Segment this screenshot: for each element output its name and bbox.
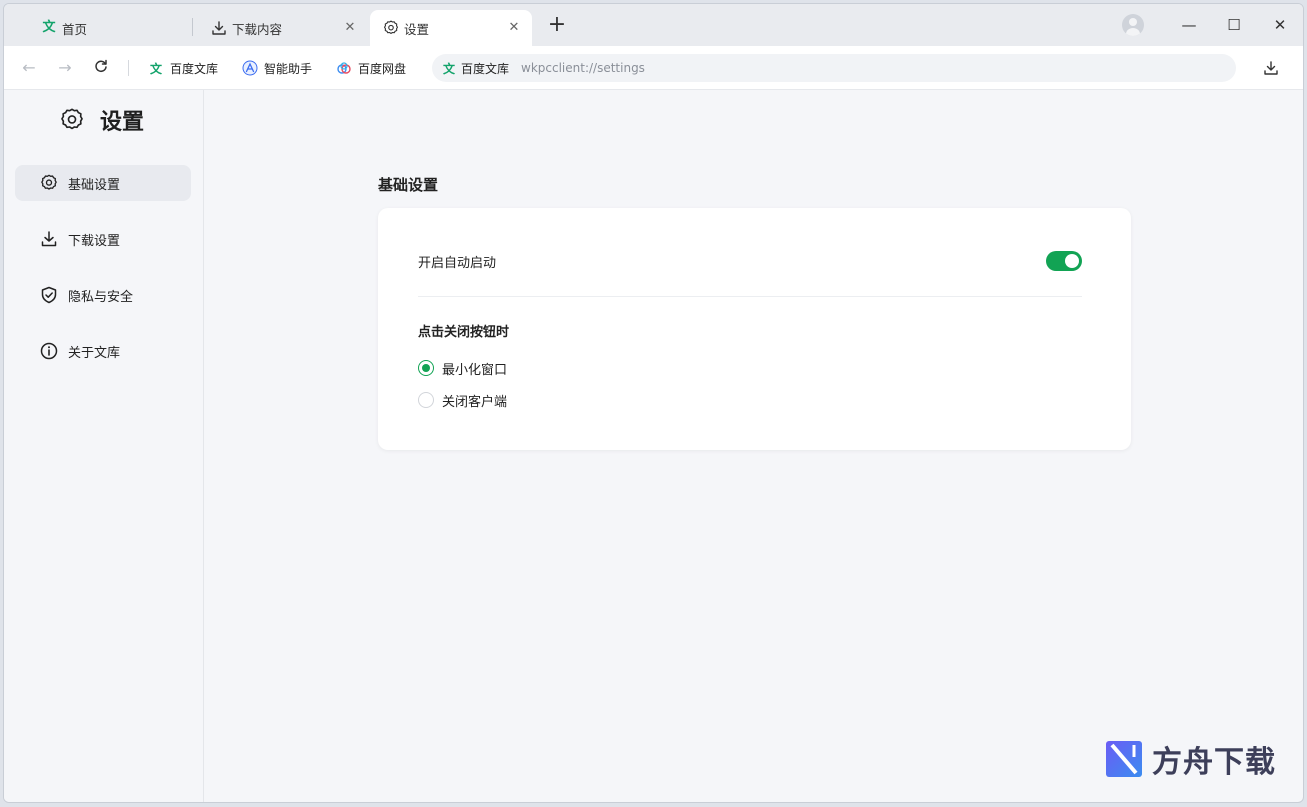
tab-separator [192,18,193,36]
close-behavior-title: 点击关闭按钮时 [418,325,510,340]
sidebar-item-privacy[interactable]: 隐私与安全 [15,277,191,313]
url-field[interactable]: 文 百度文库 wkpcclient://settings [432,54,1236,82]
sidebar-title-label: 设置 [100,110,145,135]
minimize-button[interactable]: — [1174,12,1204,38]
watermark-logo-icon [1106,741,1142,777]
bookmark-label: 百度网盘 [358,61,407,76]
nav-separator [128,60,129,76]
url-text: wkpcclient://settings [521,61,645,75]
gear-icon [61,108,83,130]
sidebar-item-label: 关于文库 [68,345,121,361]
settings-sidebar: 设置 基础设置 下载设置 隐私与安全 关于文库 [4,90,204,802]
bookmark-wenku[interactable]: 文 百度文库 [148,57,218,79]
toggle-knob [1065,254,1079,268]
tab-downloads[interactable]: 下载内容 ✕ [198,10,368,46]
tab-settings[interactable]: 设置 ✕ [370,10,532,46]
download-icon [1264,61,1278,75]
reload-icon [95,59,107,73]
wenku-logo-icon: 文 [149,61,162,76]
sidebar-title: 设置 [58,104,144,136]
close-tab-icon[interactable]: ✕ [342,20,358,36]
back-button[interactable]: ← [18,57,40,79]
radio-button[interactable] [418,392,434,408]
shield-icon [41,286,57,304]
tab-label: 下载内容 [232,21,283,37]
section-title: 基础设置 [378,176,439,194]
divider [418,296,1082,297]
tab-home[interactable]: 文 首页 [28,10,196,46]
wenku-logo-icon: 文 [442,61,455,76]
autostart-toggle[interactable] [1046,251,1082,271]
watermark: 方舟下载 [1104,737,1276,781]
tab-label: 首页 [62,21,88,37]
bookmark-assistant[interactable]: 智能助手 [242,57,312,79]
bookmark-label: 智能助手 [264,61,313,76]
bookmark-netdisk[interactable]: 百度网盘 [336,57,406,79]
netdisk-icon [336,60,352,76]
sidebar-item-basic[interactable]: 基础设置 [15,165,191,201]
radio-minimize[interactable]: 最小化窗口 [418,358,507,378]
new-tab-button[interactable]: + [544,13,570,39]
gear-icon [41,174,57,190]
gear-icon [382,19,400,37]
autostart-label: 开启自动启动 [418,256,497,271]
tab-label: 设置 [404,21,430,37]
radio-close-client[interactable]: 关闭客户端 [418,390,507,410]
watermark-text: 方舟下载 [1152,745,1276,780]
radio-label: 最小化窗口 [442,362,508,378]
reload-button[interactable] [90,57,112,79]
settings-card: 开启自动启动 点击关闭按钮时 最小化窗口 关闭客户端 [378,208,1131,450]
sidebar-item-label: 隐私与安全 [68,289,134,305]
site-label: 百度文库 [461,61,510,76]
sidebar-item-label: 基础设置 [68,177,121,193]
sidebar-item-download[interactable]: 下载设置 [15,221,191,257]
download-icon [210,19,228,37]
assistant-icon [242,60,258,76]
browser-window: 文 首页 下载内容 ✕ 设置 ✕ + — ☐ ✕ ← → 文 百度文库 智能助手… [3,3,1304,803]
wenku-logo-icon: 文 [42,20,56,35]
maximize-button[interactable]: ☐ [1219,12,1249,38]
sidebar-item-label: 下载设置 [68,233,121,249]
close-window-button[interactable]: ✕ [1265,12,1295,38]
downloads-button[interactable] [1260,57,1282,79]
site-indicator: 文 百度文库 [442,60,509,77]
info-icon [40,342,58,360]
tab-strip: 文 首页 下载内容 ✕ 设置 ✕ + — ☐ ✕ [4,4,1303,46]
bookmark-label: 百度文库 [170,61,219,76]
address-bar: ← → 文 百度文库 智能助手 百度网盘 文 百度文库 wkpcclient:/… [4,46,1303,90]
sidebar-item-about[interactable]: 关于文库 [15,333,191,369]
forward-button[interactable]: → [54,57,76,79]
avatar[interactable] [1122,14,1144,36]
radio-label: 关闭客户端 [442,394,508,410]
radio-button-selected[interactable] [418,360,434,376]
download-icon [41,231,57,247]
close-tab-icon[interactable]: ✕ [506,20,522,36]
